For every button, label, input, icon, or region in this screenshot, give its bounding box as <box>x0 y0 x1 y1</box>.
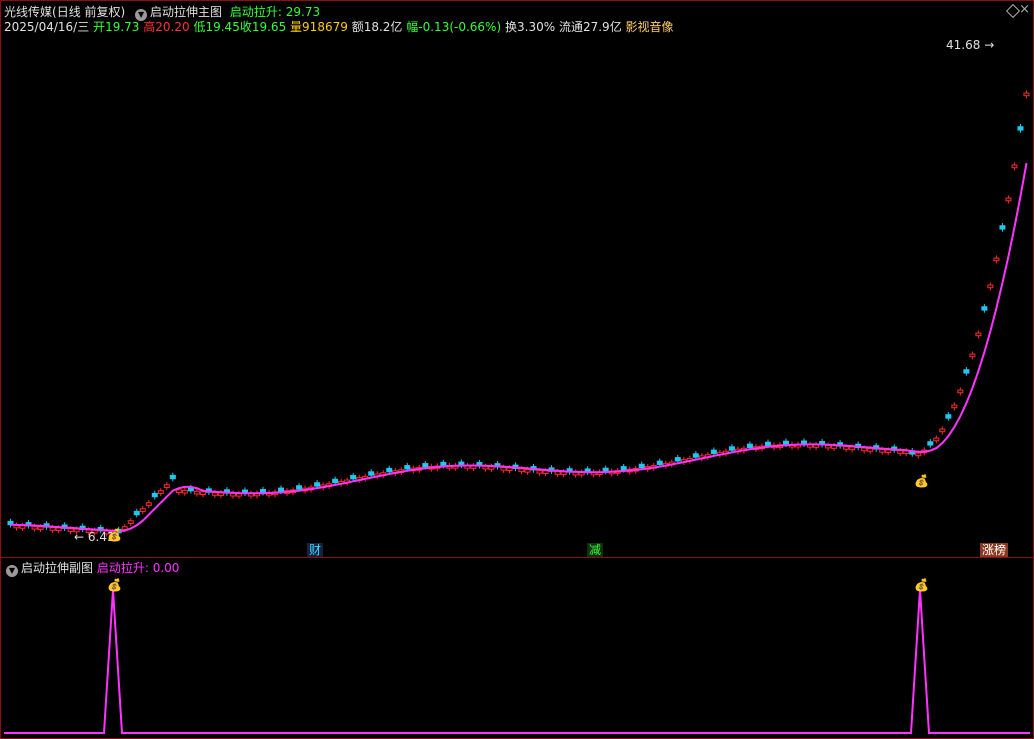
candle-down <box>620 466 627 471</box>
candle-up <box>181 489 188 494</box>
candle-up <box>957 389 964 394</box>
sub-chart-header: ▼ 启动拉伸副图 启动拉升: 0.00 <box>4 560 180 577</box>
candle-up <box>37 526 44 530</box>
candle-up <box>49 527 56 531</box>
candle-down <box>674 457 681 462</box>
candle-up <box>849 446 856 451</box>
candle-down <box>332 478 339 484</box>
candle-up <box>542 470 549 475</box>
sub-indicator-label: 启动拉升: <box>96 561 149 575</box>
candle-up <box>211 492 218 496</box>
candle-down <box>440 461 447 467</box>
candle-up <box>500 466 507 471</box>
candle-up <box>199 491 206 495</box>
candle-down <box>296 485 303 490</box>
candle-down <box>783 440 790 446</box>
candle-up <box>915 452 922 457</box>
candle-up <box>524 468 531 473</box>
candle-up <box>506 467 513 472</box>
candle-down <box>746 443 753 448</box>
candle-up <box>879 449 886 453</box>
moneybag-icon: 💰 <box>914 474 929 488</box>
candle-up <box>217 492 224 497</box>
candle-down <box>638 463 645 469</box>
candle-up <box>933 437 940 442</box>
candle-up <box>843 446 850 450</box>
candle-down <box>169 474 176 480</box>
candle-down <box>764 441 771 447</box>
candle-up <box>145 502 152 506</box>
candle-up <box>554 471 561 475</box>
candle-up <box>31 525 38 530</box>
moneybag-icon: 💰 <box>914 578 929 592</box>
chevron-down-icon[interactable]: ▼ <box>6 565 18 577</box>
candle-down <box>1017 126 1024 131</box>
max-price-label: 41.68 → <box>946 38 995 52</box>
candle-up <box>969 353 976 358</box>
candle-down <box>656 460 663 465</box>
candlesticks <box>7 90 1030 537</box>
candle-down <box>945 414 952 419</box>
candle-up <box>885 449 892 454</box>
ma-line <box>10 162 1028 533</box>
arrow-right-icon: → <box>984 38 995 52</box>
candle-down <box>927 441 934 446</box>
signal-line <box>4 589 1030 734</box>
candle-down <box>728 446 735 451</box>
candle-up <box>536 469 543 474</box>
sub-indicator-value: 0.00 <box>152 561 180 575</box>
candle-up <box>193 490 200 495</box>
candle-up <box>987 284 994 289</box>
candle-down <box>999 225 1006 230</box>
moneybag-icon: 💰 <box>107 528 122 542</box>
candle-down <box>404 465 411 470</box>
candle-up <box>951 404 958 409</box>
candle-up <box>861 447 868 452</box>
candle-down <box>710 449 717 454</box>
candle-up <box>127 520 134 524</box>
candle-up <box>897 450 904 454</box>
candle-down <box>981 306 988 311</box>
event-marker-limit-up[interactable]: 涨榜 <box>980 543 1009 557</box>
candle-down <box>151 492 158 498</box>
candle-up <box>1011 164 1018 169</box>
candle-down <box>692 453 699 458</box>
candle-down <box>422 463 429 468</box>
event-marker-finance[interactable]: 财 <box>307 543 324 557</box>
candle-down <box>278 487 285 492</box>
panel-separator <box>1 557 1033 558</box>
candle-up <box>163 484 170 488</box>
candle-down <box>314 482 321 487</box>
candle-up <box>975 332 982 337</box>
candle-up <box>157 490 164 494</box>
candle-up <box>175 489 182 493</box>
candle-up <box>139 508 146 512</box>
main-chart-svg <box>4 90 1030 734</box>
candle-up <box>55 527 62 532</box>
candle-down <box>350 475 357 480</box>
event-marker-reduce[interactable]: 减 <box>587 543 604 557</box>
moneybag-icon: 💰 <box>107 578 122 592</box>
candle-up <box>939 428 946 433</box>
candle-up <box>1023 92 1030 97</box>
sub-indicator-name[interactable]: 启动拉伸副图 <box>21 561 93 575</box>
candle-up <box>993 257 1000 262</box>
candle-down <box>963 369 970 374</box>
candle-down <box>368 471 375 476</box>
arrow-left-icon: ← <box>74 530 85 544</box>
candle-up <box>867 448 874 452</box>
candle-up <box>1005 197 1012 202</box>
candle-down <box>386 467 393 473</box>
candle-down <box>133 510 140 516</box>
candle-up <box>518 468 525 473</box>
